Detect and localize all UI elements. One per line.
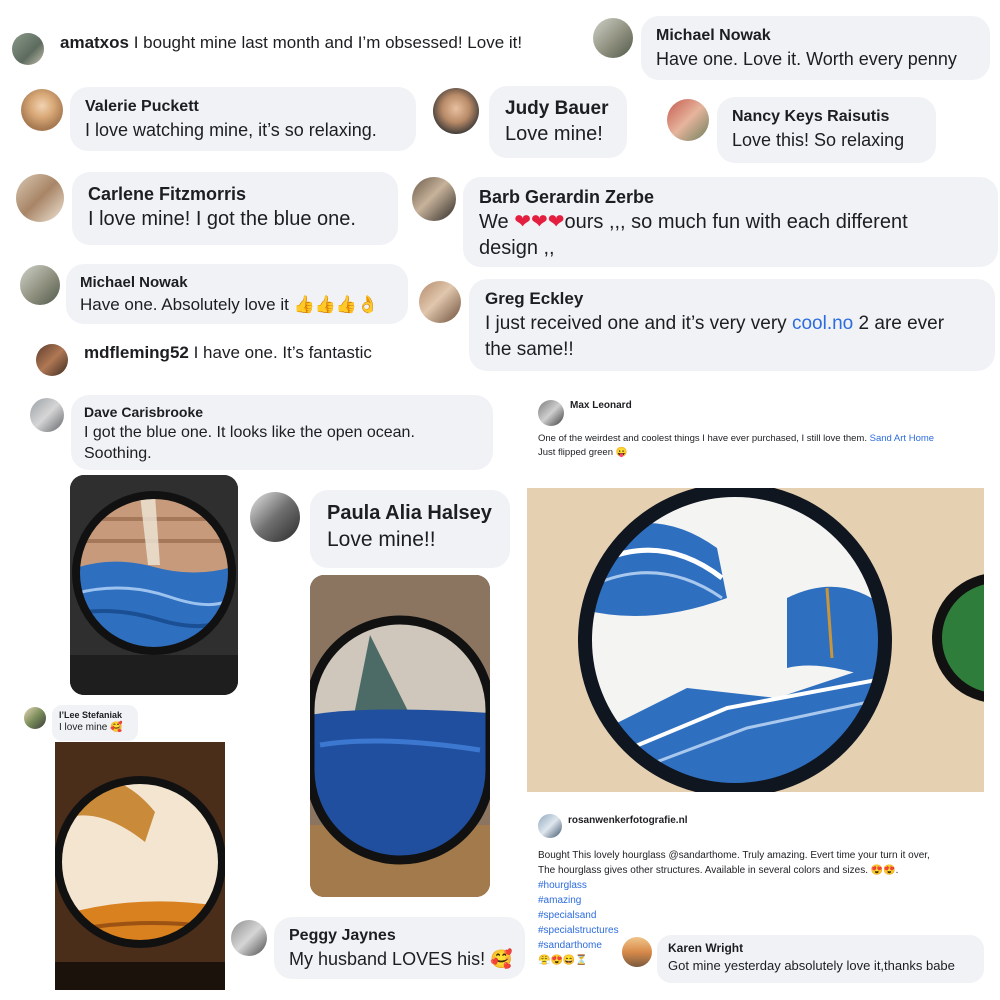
avatar-michael-nowak-2[interactable] xyxy=(20,265,60,305)
comment-text: I bought mine last month and I’m obsesse… xyxy=(133,33,523,52)
comment-paula: Paula Alia Halsey Love mine!! xyxy=(310,490,510,568)
sand-art-image xyxy=(310,575,490,897)
comment-text: I got the blue one. It looks like the op… xyxy=(84,424,415,441)
comment-author[interactable]: Barb Gerardin Zerbe xyxy=(479,185,982,209)
page-link[interactable]: Sand Art Home xyxy=(870,433,934,444)
avatar-rosan[interactable] xyxy=(538,814,562,838)
avatar-valerie[interactable] xyxy=(21,89,63,131)
sand-art-image xyxy=(55,742,225,990)
comment-peggy: Peggy Jaynes My husband LOVES his! 🥰 xyxy=(274,917,525,979)
comment-text: I just received one and it’s very very c… xyxy=(485,313,945,334)
sand-art-photo-tree[interactable] xyxy=(310,575,490,897)
link[interactable]: cool.no xyxy=(792,313,853,334)
heart-eyes-icon: 😍😍. xyxy=(870,865,899,876)
comment-author[interactable]: Dave Carisbrooke xyxy=(84,403,480,422)
comment-text: I love mine 🥰 xyxy=(59,722,123,733)
comment-author[interactable]: Paula Alia Halsey xyxy=(327,500,493,526)
smiling-hearts-icon: 🥰 xyxy=(490,949,513,969)
comment-valerie: Valerie Puckett I love watching mine, it… xyxy=(70,87,416,151)
avatar-judy[interactable] xyxy=(433,88,479,134)
comment-michael-nowak-1: Michael Nowak Have one. Love it. Worth e… xyxy=(641,16,990,80)
heart-emoji: ❤❤❤ xyxy=(514,211,565,233)
comment-nancy: Nancy Keys Raisutis Love this! So relaxi… xyxy=(717,97,936,163)
comment-author[interactable]: Valerie Puckett xyxy=(85,96,401,118)
post-text: One of the weirdest and coolest things I… xyxy=(538,433,935,458)
avatar-michael-nowak[interactable] xyxy=(593,18,633,58)
comment-text-cont: the same!! xyxy=(485,339,574,360)
comment-author[interactable]: mdfleming52 xyxy=(84,343,189,362)
avatar-amatxos[interactable] xyxy=(12,33,44,65)
avatar-max[interactable] xyxy=(538,400,564,426)
avatar-karen[interactable] xyxy=(622,937,652,967)
comment-text: Love mine!! xyxy=(327,528,436,551)
thumbs-up-icon: 👍👍👍👌 xyxy=(293,295,379,314)
comment-text: I love mine! I got the blue one. xyxy=(88,208,356,230)
comment-judy: Judy Bauer Love mine! xyxy=(489,86,627,158)
emoji-row: 😤😍😄⏳ xyxy=(538,955,588,966)
sand-art-photo-main[interactable] xyxy=(527,488,984,792)
tongue-emoji-icon: 😛 xyxy=(615,447,628,458)
comment-author[interactable]: amatxos xyxy=(60,33,129,52)
comment-text: My husband LOVES his! 🥰 xyxy=(289,949,513,969)
comment-author[interactable]: Michael Nowak xyxy=(80,272,394,293)
comment-author[interactable]: Carlene Fitzmorris xyxy=(88,182,382,206)
comment-ilee: I’Lee Stefaniak I love mine 🥰 xyxy=(52,705,138,741)
avatar-greg[interactable] xyxy=(419,281,461,323)
comment-amatxos: amatxos I bought mine last month and I’m… xyxy=(60,33,522,53)
comment-author[interactable]: Greg Eckley xyxy=(485,287,979,311)
comment-author[interactable]: Judy Bauer xyxy=(505,96,611,121)
comment-text: We ❤❤❤ours ,,, so much fun with each dif… xyxy=(479,211,908,233)
comment-barb: Barb Gerardin Zerbe We ❤❤❤ours ,,, so mu… xyxy=(463,177,998,267)
comment-text: Got mine yesterday absolutely love it,th… xyxy=(668,958,955,973)
sand-art-image xyxy=(70,475,238,695)
comment-dave: Dave Carisbrooke I got the blue one. It … xyxy=(71,395,493,470)
comment-text: I love watching mine, it’s so relaxing. xyxy=(85,120,377,140)
avatar-paula[interactable] xyxy=(250,492,300,542)
post-author[interactable]: rosanwenkerfotografie.nl xyxy=(568,815,687,826)
comment-text: I have one. It’s fantastic xyxy=(193,343,372,362)
comment-author[interactable]: Karen Wright xyxy=(668,940,973,957)
sand-art-photo-blue[interactable] xyxy=(70,475,238,695)
post-author[interactable]: Max Leonard xyxy=(570,400,632,411)
post-max-leonard: Max Leonard One of the weirdest and cool… xyxy=(528,392,996,486)
comment-text: Have one. Love it. Worth every penny xyxy=(656,49,957,69)
avatar-mdfleming[interactable] xyxy=(36,344,68,376)
avatar-dave[interactable] xyxy=(30,398,64,432)
avatar-barb[interactable] xyxy=(412,177,456,221)
comment-text: Love mine! xyxy=(505,123,603,145)
comment-author[interactable]: I’Lee Stefaniak xyxy=(59,709,131,721)
hashtag[interactable]: #hourglass xyxy=(538,878,993,893)
comment-text: Love this! So relaxing xyxy=(732,130,905,150)
avatar-ilee[interactable] xyxy=(24,707,46,729)
comment-author[interactable]: Nancy Keys Raisutis xyxy=(732,106,921,128)
comment-mdfleming: mdfleming52 I have one. It’s fantastic xyxy=(84,343,372,363)
sand-art-photo-orange[interactable] xyxy=(55,742,225,990)
avatar-carlene[interactable] xyxy=(16,174,64,222)
comment-text-cont: design ,, xyxy=(479,237,555,259)
sand-art-image xyxy=(527,488,984,792)
comment-author[interactable]: Peggy Jaynes xyxy=(289,925,510,947)
comment-carlene: Carlene Fitzmorris I love mine! I got th… xyxy=(72,172,398,245)
hashtag[interactable]: #amazing xyxy=(538,893,993,908)
hashtag[interactable]: #specialsand xyxy=(538,908,993,923)
avatar-peggy[interactable] xyxy=(231,920,267,956)
avatar-nancy[interactable] xyxy=(667,99,709,141)
comment-text: Have one. Absolutely love it 👍👍👍👌 xyxy=(80,295,379,314)
smiling-hearts-icon: 🥰 xyxy=(110,722,123,733)
comment-michael-nowak-2: Michael Nowak Have one. Absolutely love … xyxy=(66,264,408,324)
comment-karen: Karen Wright Got mine yesterday absolute… xyxy=(657,935,984,983)
comment-author[interactable]: Michael Nowak xyxy=(656,25,975,47)
comment-text-cont: Soothing. xyxy=(84,445,152,462)
comment-greg: Greg Eckley I just received one and it’s… xyxy=(469,279,995,371)
